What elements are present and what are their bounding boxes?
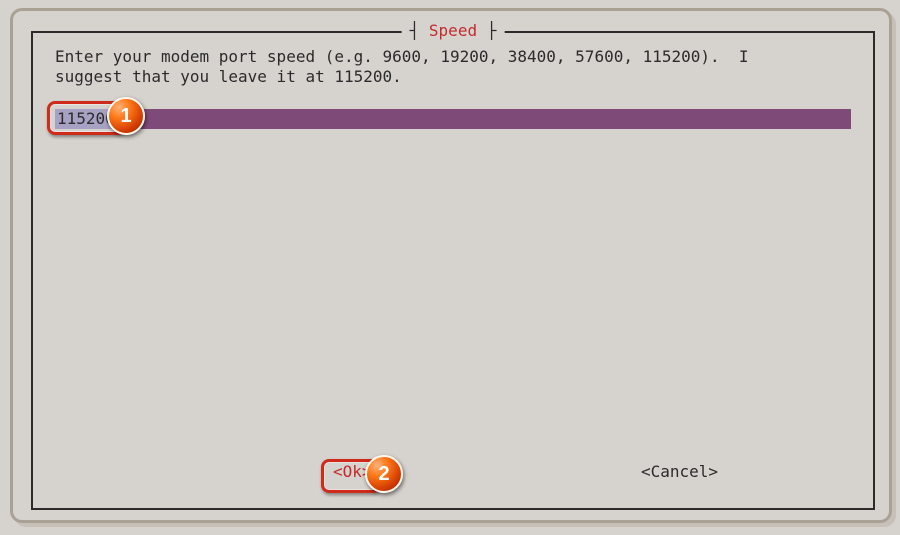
annotation-badge-2: 2 — [365, 455, 403, 493]
dialog-title-wrap: ┤ Speed ├ — [402, 21, 505, 41]
button-row: <Ok> <Cancel> — [33, 462, 873, 486]
cancel-button[interactable]: <Cancel> — [641, 462, 718, 482]
prompt-text: Enter your modem port speed (e.g. 9600, … — [55, 47, 851, 87]
annotation-badge-1: 1 — [107, 97, 145, 135]
dialog-frame: ┤ Speed ├ Enter your modem port speed (e… — [31, 31, 875, 510]
speed-input[interactable]: 115200 — [55, 109, 851, 129]
window-frame: ┤ Speed ├ Enter your modem port speed (e… — [10, 8, 892, 523]
title-bar-right: ├ — [477, 21, 496, 40]
title-bar-left: ┤ — [410, 21, 429, 40]
dialog-title: Speed — [429, 21, 477, 40]
